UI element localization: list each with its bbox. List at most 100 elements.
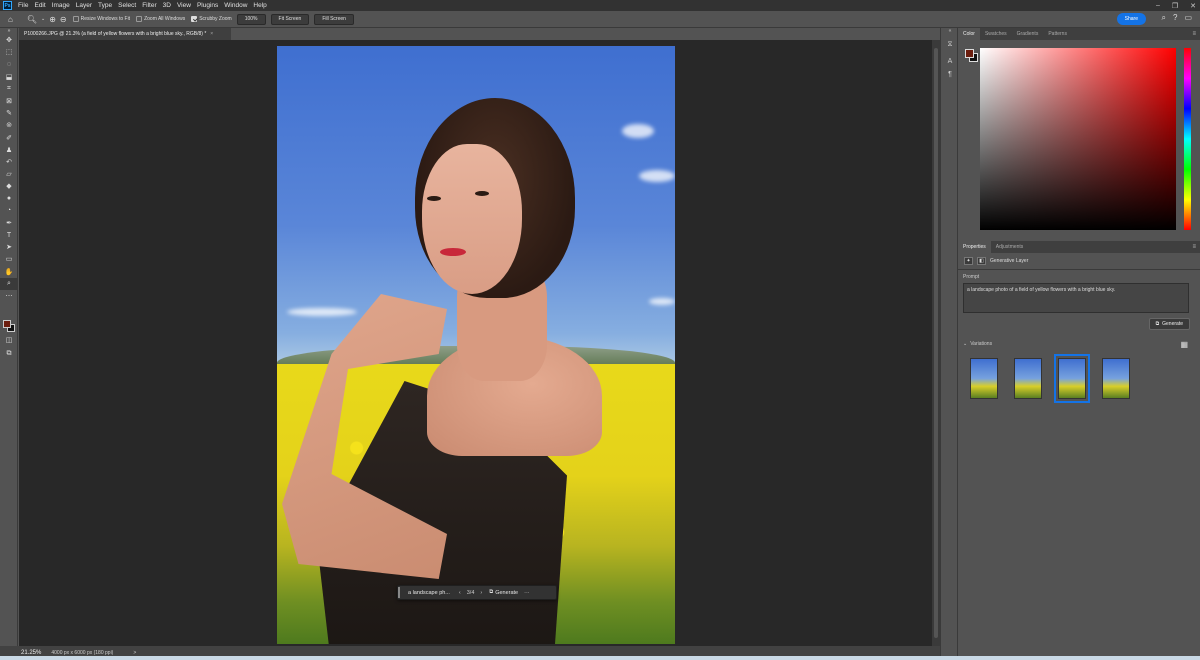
- workspace-icon[interactable]: ▭: [1184, 13, 1192, 23]
- tab-adjustments[interactable]: Adjustments: [991, 241, 1029, 253]
- prompt-input[interactable]: a landscape photo of a field of yellow f…: [963, 283, 1189, 313]
- help-icon[interactable]: ?: [1173, 13, 1177, 23]
- fill-screen-button[interactable]: Fill Screen: [314, 13, 354, 25]
- document-canvas-image[interactable]: [277, 46, 675, 644]
- zoom-in-icon[interactable]: ⊕: [49, 15, 56, 24]
- variation-thumbnail-3[interactable]: [1054, 354, 1090, 403]
- menu-select[interactable]: Select: [115, 2, 139, 9]
- history-brush-tool-icon[interactable]: ↶: [0, 156, 18, 168]
- share-button[interactable]: Share: [1116, 13, 1146, 25]
- subject-face: [422, 144, 522, 294]
- path-selection-tool-icon[interactable]: ➤: [0, 241, 18, 253]
- close-tab-icon[interactable]: ×: [210, 31, 213, 37]
- cloud: [622, 124, 654, 138]
- variations-thumbnails: [970, 354, 1130, 403]
- layer-type-label: Generative Layer: [990, 258, 1029, 264]
- chevron-left-icon[interactable]: ‹: [456, 590, 464, 596]
- screen-mode-icon[interactable]: ⧉: [0, 348, 18, 360]
- lasso-tool-icon[interactable]: ◌: [0, 58, 18, 70]
- search-icon[interactable]: ⌕: [1162, 13, 1166, 23]
- dodge-tool-icon[interactable]: ◔: [0, 205, 18, 217]
- document-tab[interactable]: P1000266.JPG @ 21.3% (a field of yellow …: [19, 28, 231, 40]
- zoom-tool-icon[interactable]: ⌕: [0, 277, 18, 290]
- pen-tool-icon[interactable]: ✒: [0, 217, 18, 229]
- restore-icon[interactable]: ❐: [1172, 2, 1178, 10]
- menu-file[interactable]: File: [15, 2, 31, 9]
- panel-menu-icon[interactable]: ≡: [1192, 31, 1196, 37]
- panel-foreground-swatch[interactable]: [965, 49, 974, 58]
- ctx-prompt-text[interactable]: a landscape ph...: [398, 587, 456, 598]
- tab-swatches[interactable]: Swatches: [980, 28, 1012, 40]
- menu-layer[interactable]: Layer: [73, 2, 95, 9]
- cloud: [639, 170, 675, 182]
- quick-mask-icon[interactable]: ◫: [0, 334, 18, 346]
- grid-view-icon[interactable]: ▦: [1180, 340, 1188, 349]
- cloud: [287, 308, 357, 316]
- resize-windows-checkbox[interactable]: Resize Windows to Fit: [72, 16, 130, 22]
- more-options-icon[interactable]: ···: [524, 590, 530, 596]
- rectangle-tool-icon[interactable]: ▭: [0, 253, 18, 265]
- panel-icon-strip: « ⧖ A ¶: [940, 28, 958, 660]
- menu-window[interactable]: Window: [221, 2, 250, 9]
- menu-plugins[interactable]: Plugins: [194, 2, 221, 9]
- history-icon[interactable]: ⧖: [941, 38, 959, 51]
- more-tools-icon[interactable]: ⋯: [0, 290, 18, 302]
- move-tool-icon[interactable]: ✥: [0, 34, 18, 46]
- healing-brush-tool-icon[interactable]: ⊚: [0, 119, 18, 131]
- menu-image[interactable]: Image: [49, 2, 73, 9]
- menu-type[interactable]: Type: [95, 2, 115, 9]
- zoom-out-icon[interactable]: ⊖: [60, 15, 67, 24]
- collapse-panels-icon[interactable]: «: [941, 28, 959, 34]
- menu-filter[interactable]: Filter: [139, 2, 159, 9]
- ctx-generate-button[interactable]: ⧉ Generate: [489, 589, 518, 596]
- frame-tool-icon[interactable]: ⊠: [0, 95, 18, 107]
- variation-thumbnail-2[interactable]: [1014, 358, 1042, 399]
- scrubby-zoom-checkbox[interactable]: Scrubby Zoom: [191, 16, 232, 22]
- hand-tool-icon[interactable]: ✋: [0, 266, 18, 278]
- generate-icon: ⧉: [489, 589, 494, 595]
- zoom-tool-icon[interactable]: 🔍︎: [27, 15, 37, 24]
- marquee-tool-icon[interactable]: ⬚: [0, 46, 18, 58]
- zoom-all-windows-label: Zoom All Windows: [144, 16, 186, 22]
- home-icon[interactable]: ⌂: [8, 15, 13, 24]
- vertical-scrollbar[interactable]: [932, 40, 940, 646]
- variation-thumbnail-4[interactable]: [1102, 358, 1130, 399]
- eyedropper-tool-icon[interactable]: ✎: [0, 107, 18, 119]
- tab-gradients[interactable]: Gradients: [1012, 28, 1044, 40]
- tab-color[interactable]: Color: [958, 28, 980, 40]
- menu-bar: Ps File Edit Image Layer Type Select Fil…: [0, 0, 1200, 11]
- panel-menu-icon[interactable]: ≡: [1192, 244, 1196, 250]
- close-window-icon[interactable]: ✕: [1190, 2, 1196, 10]
- paragraph-icon[interactable]: ¶: [941, 68, 959, 81]
- generate-button[interactable]: ⧉ Generate: [1148, 318, 1190, 330]
- brush-tool-icon[interactable]: ✐: [0, 132, 18, 144]
- variation-thumbnail-1[interactable]: [970, 358, 998, 399]
- subject-eye: [427, 196, 441, 201]
- contextual-task-bar: a landscape ph... ‹ 3/4 › ⧉ Generate ···: [397, 585, 557, 600]
- menu-view[interactable]: View: [174, 2, 194, 9]
- blur-tool-icon[interactable]: ●: [0, 192, 18, 204]
- character-icon[interactable]: A: [941, 55, 959, 68]
- zoom-100-button[interactable]: 100%: [236, 13, 266, 25]
- object-select-tool-icon[interactable]: ⬓: [0, 71, 18, 83]
- color-picker-field[interactable]: [980, 48, 1176, 230]
- type-tool-icon[interactable]: T: [0, 229, 18, 241]
- tab-properties[interactable]: Properties: [958, 241, 991, 253]
- fit-screen-button[interactable]: Fit Screen: [270, 13, 310, 25]
- tab-patterns[interactable]: Patterns: [1043, 28, 1072, 40]
- zoom-all-windows-checkbox[interactable]: Zoom All Windows: [136, 16, 185, 22]
- paint-bucket-tool-icon[interactable]: ◆: [0, 180, 18, 192]
- chevron-down-icon[interactable]: ⌄: [41, 16, 45, 22]
- chevron-right-icon[interactable]: ›: [477, 590, 485, 596]
- menu-3d[interactable]: 3D: [160, 2, 174, 9]
- menu-edit[interactable]: Edit: [31, 2, 48, 9]
- menu-help[interactable]: Help: [250, 2, 269, 9]
- foreground-color-swatch[interactable]: [3, 320, 11, 328]
- crop-tool-icon[interactable]: ⌗: [0, 83, 18, 95]
- minimize-icon[interactable]: –: [1156, 2, 1160, 9]
- hue-slider[interactable]: [1184, 48, 1191, 230]
- clone-stamp-tool-icon[interactable]: ♟: [0, 144, 18, 156]
- eraser-tool-icon[interactable]: ▱: [0, 168, 18, 180]
- variations-header[interactable]: ⌄ Variations: [963, 341, 992, 347]
- color-panel-tabs: Color Swatches Gradients Patterns ≡: [958, 28, 1200, 40]
